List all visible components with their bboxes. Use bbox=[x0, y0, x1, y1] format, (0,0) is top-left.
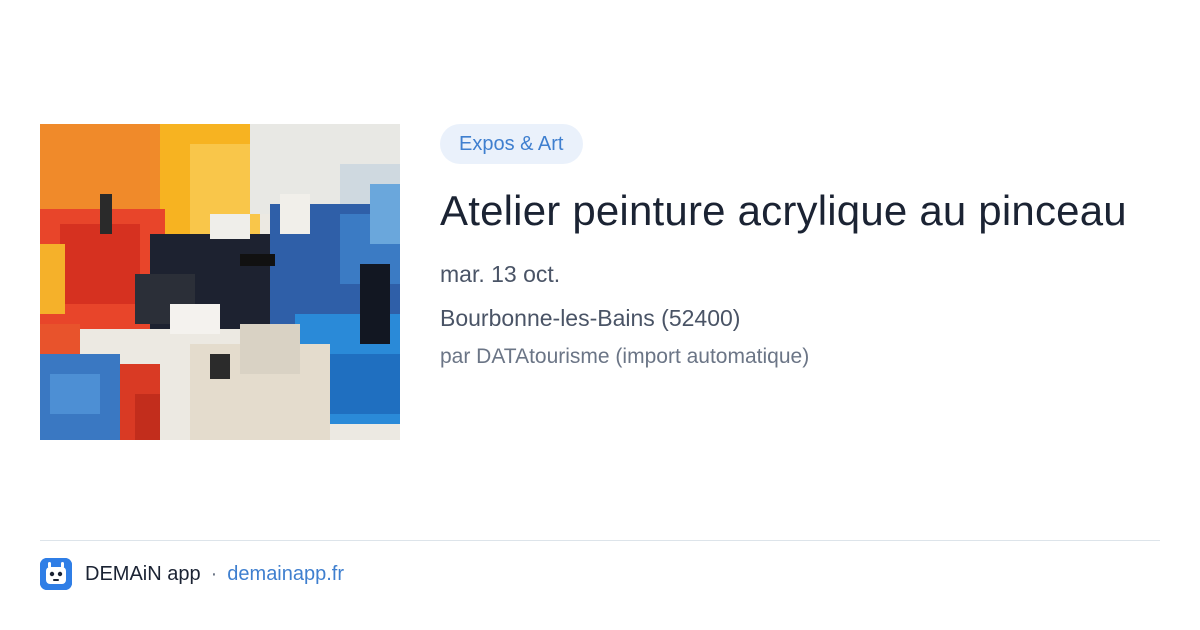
category-tag[interactable]: Expos & Art bbox=[440, 124, 583, 164]
event-share-card: Expos & Art Atelier peinture acrylique a… bbox=[0, 0, 1200, 630]
event-info: Expos & Art Atelier peinture acrylique a… bbox=[440, 124, 1160, 371]
abstract-painting-thumbnail bbox=[40, 124, 400, 440]
event-summary: Expos & Art Atelier peinture acrylique a… bbox=[40, 124, 1160, 440]
footer: DEMAiN app · demainapp.fr bbox=[40, 558, 344, 590]
demain-app-logo-icon[interactable] bbox=[40, 558, 72, 590]
event-image[interactable] bbox=[40, 124, 400, 440]
event-source: par DATAtourisme (import automatique) bbox=[440, 345, 810, 368]
footer-divider bbox=[40, 540, 1160, 541]
event-location: Bourbonne-les-Bains (52400) bbox=[440, 305, 741, 331]
footer-separator: · bbox=[210, 562, 218, 585]
event-title[interactable]: Atelier peinture acrylique au pinceau bbox=[440, 184, 1160, 237]
site-link[interactable]: demainapp.fr bbox=[227, 563, 344, 586]
app-name: DEMAiN app bbox=[85, 562, 201, 585]
event-date: mar. 13 oct. bbox=[440, 261, 561, 287]
